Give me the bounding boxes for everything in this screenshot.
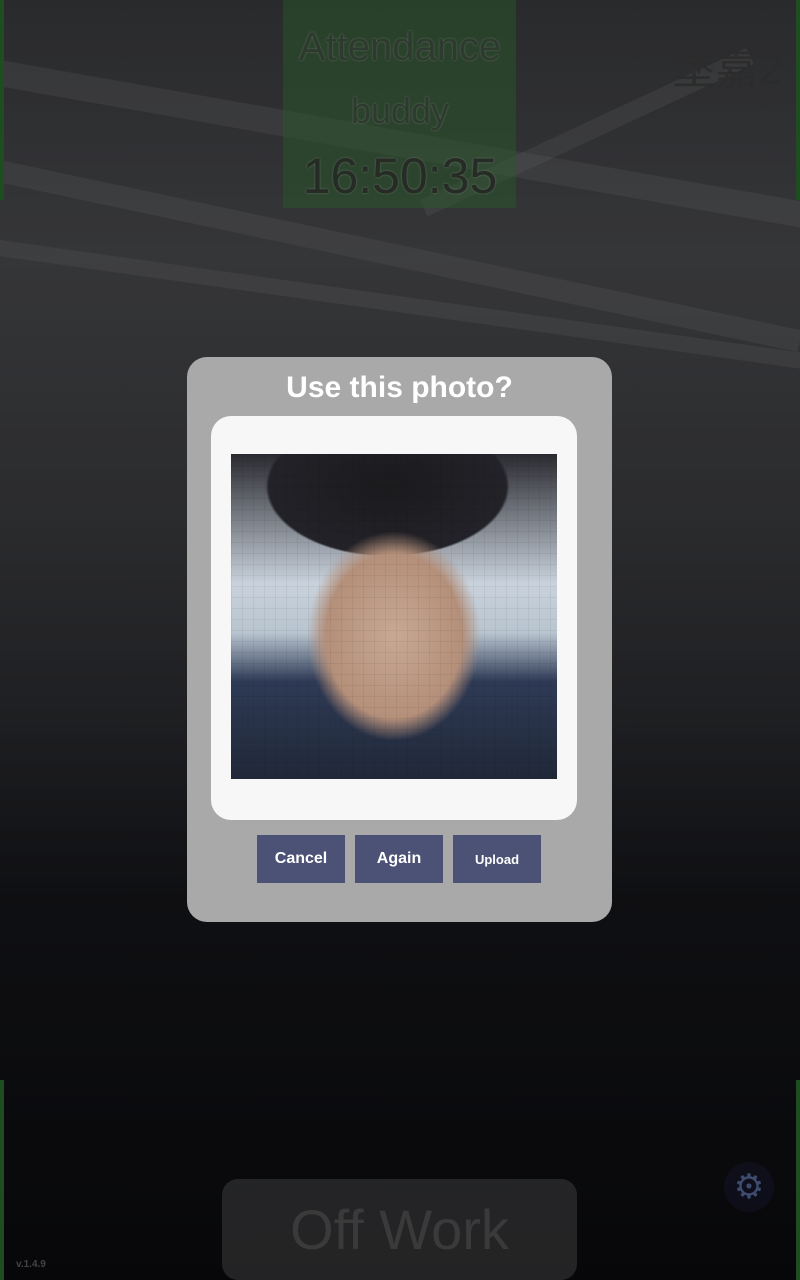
photo-confirm-dialog: Use this photo? Cancel Again Upload (187, 357, 612, 922)
clock: 16:50:35 (302, 148, 498, 204)
gear-icon[interactable]: ⚙ (724, 1162, 774, 1212)
dialog-actions: Cancel Again Upload (257, 835, 541, 883)
cancel-button[interactable]: Cancel (257, 835, 345, 883)
upload-button[interactable]: Upload (453, 835, 541, 883)
off-work-button[interactable]: Off Work (222, 1179, 577, 1280)
frame-corner (0, 1080, 4, 1280)
photo-card (211, 416, 577, 820)
frame-corner (796, 1080, 800, 1280)
version-label: v.1.4.9 (16, 1259, 46, 1270)
device-name: 堡嘉2 (673, 45, 784, 94)
dialog-title: Use this photo? (286, 371, 513, 404)
captured-photo (231, 454, 557, 779)
again-button[interactable]: Again (355, 835, 443, 883)
